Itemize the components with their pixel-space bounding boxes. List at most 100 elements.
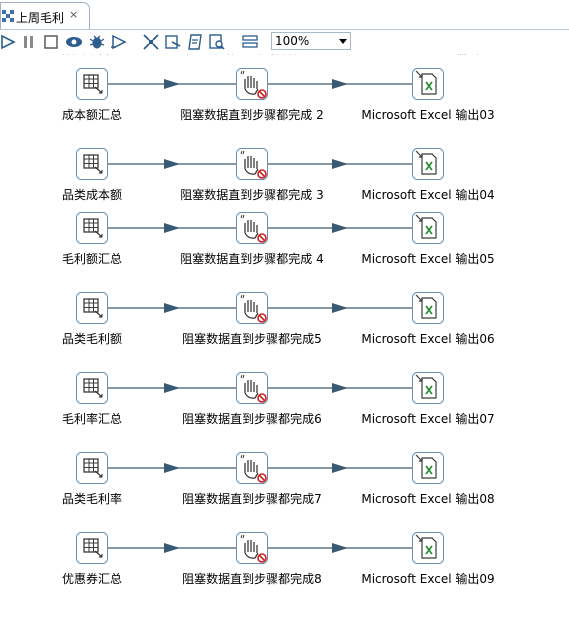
step-excel-output[interactable]	[412, 68, 444, 100]
excel-icon	[412, 532, 444, 564]
step-label: Microsoft Excel 输出05	[361, 252, 495, 266]
table-icon	[76, 212, 108, 244]
debug-icon[interactable]	[88, 33, 106, 51]
hop-arrow-icon	[164, 383, 180, 393]
hop-arrow-icon	[332, 159, 348, 169]
pause-icon[interactable]	[20, 33, 38, 51]
replay-icon[interactable]	[110, 33, 128, 51]
step-excel-output[interactable]	[412, 292, 444, 324]
show-results-icon[interactable]	[241, 33, 259, 51]
hand-icon	[236, 452, 268, 484]
step-blocking[interactable]	[236, 532, 268, 564]
transformation-canvas[interactable]: 品类销售额 阻塞数据直到步骤都完成 Microsoft Excel 输出02 成本额汇…	[0, 54, 569, 624]
excel-icon	[412, 292, 444, 324]
step-blocking[interactable]	[236, 292, 268, 324]
step-label: Microsoft Excel 输出08	[361, 492, 495, 506]
table-icon	[76, 532, 108, 564]
step-excel-output[interactable]	[412, 148, 444, 180]
step-blocking[interactable]	[236, 212, 268, 244]
hop-arrow-icon	[164, 543, 180, 553]
hop-arrow-icon	[164, 463, 180, 473]
step-label: 成本额汇总	[61, 108, 123, 122]
table-icon	[76, 292, 108, 324]
editor-tab-strip: 上周毛利 ×	[0, 0, 569, 30]
tab-transformation[interactable]: 上周毛利 ×	[0, 2, 90, 29]
tab-title: 上周毛利	[16, 11, 65, 25]
hop-arrow-icon	[164, 79, 180, 89]
excel-icon	[412, 372, 444, 404]
step-excel-output[interactable]	[412, 452, 444, 484]
step-label: Microsoft Excel 输出04	[361, 188, 495, 202]
verify-icon[interactable]	[142, 33, 160, 51]
step-excel-output[interactable]	[412, 532, 444, 564]
hand-icon	[236, 372, 268, 404]
step-label: 品类成本额	[61, 188, 123, 202]
table-icon	[76, 372, 108, 404]
step-label: 毛利额汇总	[61, 252, 123, 266]
step-table-input[interactable]	[76, 452, 108, 484]
hop-arrow-icon	[332, 383, 348, 393]
step-label: 阻塞数据直到步骤都完成6	[182, 412, 322, 426]
step-blocking[interactable]	[236, 372, 268, 404]
step-label: 阻塞数据直到步骤都完成 4	[180, 252, 324, 266]
step-label: Microsoft Excel 输出02	[361, 54, 494, 57]
excel-icon	[412, 452, 444, 484]
stop-icon[interactable]	[42, 33, 60, 51]
table-icon	[76, 68, 108, 100]
hop-arrow-icon	[332, 543, 348, 553]
step-label: 阻塞数据直到步骤都完成5	[182, 332, 322, 346]
step-label: 阻塞数据直到步骤都完成7	[182, 492, 322, 506]
hop-arrow-icon	[332, 223, 348, 233]
step-table-input[interactable]	[76, 532, 108, 564]
hand-icon	[236, 292, 268, 324]
step-table-input[interactable]	[76, 68, 108, 100]
hop-arrow-icon	[332, 463, 348, 473]
step-table-input[interactable]	[76, 292, 108, 324]
chevron-down-icon	[339, 39, 347, 44]
step-label: 阻塞数据直到步骤都完成	[186, 54, 318, 57]
step-excel-output[interactable]	[412, 372, 444, 404]
hop-arrow-icon	[164, 303, 180, 313]
hop-arrow-icon	[164, 159, 180, 169]
step-blocking[interactable]	[236, 68, 268, 100]
preview-icon[interactable]	[65, 33, 83, 51]
step-label: 毛利率汇总	[61, 412, 123, 426]
hand-icon	[236, 532, 268, 564]
step-label: Microsoft Excel 输出06	[361, 332, 495, 346]
explore-db-icon[interactable]	[208, 33, 226, 51]
hop-arrow-icon	[332, 79, 348, 89]
step-label: Microsoft Excel 输出07	[361, 412, 495, 426]
impact-icon[interactable]	[164, 33, 182, 51]
table-icon	[76, 452, 108, 484]
close-icon[interactable]: ×	[69, 8, 78, 21]
hand-icon	[236, 148, 268, 180]
step-blocking[interactable]	[236, 148, 268, 180]
zoom-select[interactable]: 100%	[271, 32, 351, 50]
step-label: 品类毛利额	[61, 332, 123, 346]
step-label: 阻塞数据直到步骤都完成 2	[180, 108, 324, 122]
step-label: Microsoft Excel 输出03	[361, 108, 495, 122]
transformation-icon	[2, 10, 14, 22]
table-icon	[76, 148, 108, 180]
hop-arrow-icon	[332, 303, 348, 313]
sql-icon[interactable]	[186, 33, 204, 51]
step-label: 品类毛利率	[61, 492, 123, 506]
run-icon[interactable]	[0, 33, 18, 51]
step-excel-output[interactable]	[412, 212, 444, 244]
step-label: 优惠券汇总	[61, 572, 123, 586]
excel-icon	[412, 212, 444, 244]
step-blocking[interactable]	[236, 452, 268, 484]
step-label: Microsoft Excel 输出09	[361, 572, 495, 586]
step-table-input[interactable]	[76, 148, 108, 180]
step-table-input[interactable]	[76, 212, 108, 244]
excel-icon	[412, 68, 444, 100]
hand-icon	[236, 212, 268, 244]
step-label: 品类销售额	[62, 54, 122, 57]
zoom-value: 100%	[275, 34, 310, 48]
step-label: 阻塞数据直到步骤都完成 3	[180, 188, 324, 202]
step-table-input[interactable]	[76, 372, 108, 404]
hop-arrow-icon	[164, 223, 180, 233]
step-label: 阻塞数据直到步骤都完成8	[182, 572, 322, 586]
excel-icon	[412, 148, 444, 180]
hand-icon	[236, 68, 268, 100]
